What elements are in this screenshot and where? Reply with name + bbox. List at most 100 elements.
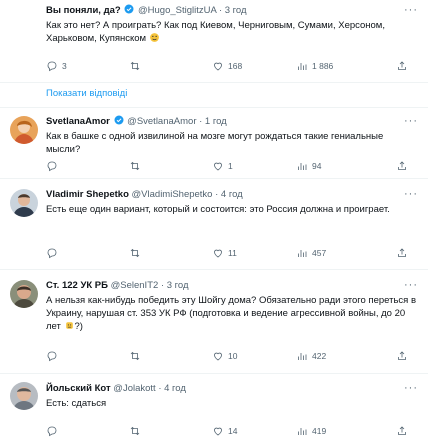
author-handle[interactable]: @Jolakott (113, 383, 155, 394)
reply-icon (47, 426, 57, 437)
heart-icon (214, 427, 222, 436)
verified-badge-icon (124, 4, 134, 14)
avatar[interactable] (10, 116, 38, 144)
more-options-button[interactable]: ··· (404, 115, 418, 127)
tweet-time[interactable]: · 3 год (161, 280, 189, 291)
author-handle[interactable]: @SelenIT2 (111, 280, 159, 291)
reply-icon (47, 351, 57, 362)
more-options-button[interactable]: ··· (404, 188, 418, 200)
heart-icon (214, 62, 222, 71)
share-icon (398, 61, 406, 70)
avatar[interactable] (10, 189, 38, 217)
share-icon (398, 161, 406, 170)
heart-icon (214, 249, 222, 258)
reply-count: 3 (62, 61, 67, 71)
more-options-button[interactable]: ··· (404, 279, 418, 291)
tweet-time[interactable]: · 3 год (219, 5, 247, 16)
heart-icon (214, 352, 222, 361)
tweet-text: А нельзя как-нибудь победить эту Шойгу д… (46, 295, 417, 332)
tweet-actions: 11 457 (46, 247, 420, 261)
tweet-actions: 1 94 (46, 160, 420, 174)
avatar-image (10, 280, 38, 308)
tweet-actions: 10 422 (46, 350, 420, 364)
like-button[interactable]: 10 (212, 350, 237, 362)
share-button[interactable] (396, 60, 408, 72)
share-icon (398, 426, 406, 435)
like-button[interactable]: 168 (212, 60, 242, 72)
like-button[interactable]: 1 (212, 160, 233, 172)
like-button[interactable]: 14 (212, 425, 237, 437)
heart-icon (214, 162, 222, 171)
like-count: 168 (228, 61, 243, 71)
author-handle[interactable]: @SvetlanaAmor (127, 116, 196, 127)
tweet-actions: 14 419 (46, 425, 420, 439)
views-icon (298, 163, 307, 170)
author-name[interactable]: Vladimir Shepetko (46, 189, 129, 200)
views-button[interactable]: 422 (296, 350, 326, 362)
repost-icon (130, 351, 140, 361)
avatar-image (10, 189, 38, 217)
views-button[interactable]: 94 (296, 160, 321, 172)
views-button[interactable]: 1 886 (296, 60, 333, 72)
avatar[interactable] (10, 280, 38, 308)
tweet-text: Есть: сдаться (46, 398, 107, 409)
show-replies-link[interactable]: Показати відповіді (46, 88, 127, 99)
like-button[interactable]: 11 (212, 247, 237, 259)
tweet-text: Есть еще один вариант, который и состоит… (46, 204, 390, 215)
more-options-button[interactable]: ··· (404, 382, 418, 394)
author-name[interactable]: SvetlanaAmor (46, 116, 110, 127)
author-handle[interactable]: @Hugo_StiglitzUA (138, 5, 216, 16)
tweet[interactable]: Йольский Кот @Jolakott · 4 год Есть: сда… (0, 374, 428, 446)
share-button[interactable] (396, 160, 408, 172)
repost-icon (130, 426, 140, 436)
repost-icon (130, 248, 140, 258)
author-name[interactable]: Йольский Кот (46, 383, 111, 394)
views-count: 94 (312, 161, 322, 171)
tweet[interactable]: Vladimir Shepetko @VladimiShepetko · 4 г… (0, 179, 428, 270)
reply-icon (47, 61, 57, 72)
repost-button[interactable] (129, 247, 145, 259)
tweet-text: Как в башке с одной извилиной на мозге м… (46, 131, 384, 155)
tweet-time[interactable]: · 4 год (215, 189, 243, 200)
repost-button[interactable] (129, 425, 145, 437)
reply-button[interactable] (46, 350, 62, 362)
tweet-time[interactable]: · 4 год (158, 383, 186, 394)
tweet-content: Вы поняли, да? @Hugo_StiglitzUA · 3 год … (46, 4, 418, 45)
reply-icon (47, 161, 57, 172)
verified-badge-icon (114, 115, 124, 125)
like-count: 1 (228, 161, 233, 171)
repost-button[interactable] (129, 60, 145, 72)
reply-icon (47, 248, 57, 259)
share-icon (398, 248, 406, 257)
reply-button[interactable] (46, 425, 62, 437)
reply-button[interactable]: 3 (46, 60, 67, 72)
views-button[interactable]: 457 (296, 247, 326, 259)
views-button[interactable]: 419 (296, 425, 326, 437)
reply-button[interactable] (46, 160, 62, 172)
tweet[interactable]: SvetlanaAmor @SvetlanaAmor · 1 год Как в… (0, 108, 428, 179)
like-count: 14 (228, 426, 238, 436)
share-button[interactable] (396, 425, 408, 437)
tweet-text: Как это нет? А проиграть? Как под Киевом… (46, 20, 385, 44)
repost-button[interactable] (129, 160, 145, 172)
views-count: 419 (312, 426, 327, 436)
more-options-button[interactable]: ··· (404, 4, 418, 16)
tweet-content: SvetlanaAmor @SvetlanaAmor · 1 год Как в… (46, 115, 418, 156)
author-handle[interactable]: @VladimiShepetko (132, 189, 213, 200)
show-replies-row: Показати відповіді (0, 83, 428, 108)
share-icon (398, 351, 406, 360)
share-button[interactable] (396, 350, 408, 362)
avatar[interactable] (10, 382, 38, 410)
author-name[interactable]: Ст. 122 УК РБ (46, 280, 108, 291)
like-count: 10 (228, 351, 238, 361)
tweet-content: Йольский Кот @Jolakott · 4 год Есть: сда… (46, 382, 418, 410)
repost-button[interactable] (129, 350, 145, 362)
tweet-time[interactable]: · 1 год (199, 116, 227, 127)
views-count: 457 (312, 248, 327, 258)
author-name[interactable]: Вы поняли, да? (46, 5, 121, 16)
tweet[interactable]: Ст. 122 УК РБ @SelenIT2 · 3 год А нельзя… (0, 270, 428, 374)
share-button[interactable] (396, 247, 408, 259)
repost-icon (130, 61, 140, 71)
tweet[interactable]: Вы поняли, да? @Hugo_StiglitzUA · 3 год … (0, 0, 428, 83)
reply-button[interactable] (46, 247, 62, 259)
